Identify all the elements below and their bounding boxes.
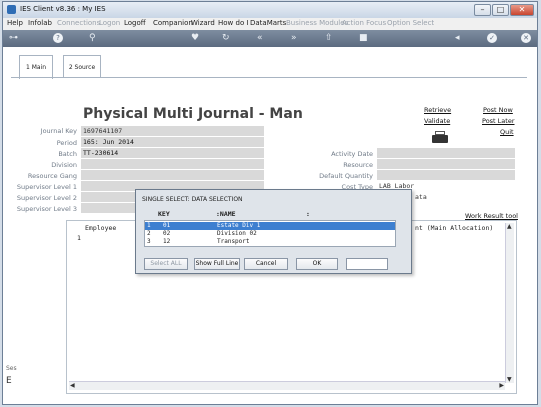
cancel-button[interactable]: Cancel (244, 258, 288, 270)
app-icon (7, 5, 16, 14)
ok-button[interactable]: OK (296, 258, 338, 270)
close-button[interactable]: ✕ (510, 4, 534, 16)
window-title: IES Client v8.36 : My IES (20, 5, 106, 13)
employee-column-header[interactable]: Employee (85, 224, 116, 232)
stop-icon[interactable]: ■ (359, 33, 368, 44)
resource-label: Resource (343, 161, 373, 169)
division-field[interactable] (81, 159, 264, 169)
resource-field[interactable] (377, 159, 515, 169)
resource-gang-label: Resource Gang (27, 172, 77, 180)
quit-link[interactable]: Quit (500, 128, 514, 136)
list-item[interactable]: 3 12 Transport (145, 238, 395, 246)
journal-key-field[interactable]: 1697641107 (81, 126, 264, 136)
list-item[interactable]: 2 02 Division 02 (145, 230, 395, 238)
menu-option-select[interactable]: Option Select (387, 19, 434, 27)
menu-bar: Help Infolab Connections Logon Logoff Co… (3, 18, 537, 30)
select-all-button[interactable]: Select ALL (144, 258, 188, 270)
selection-list: 1 01 Estate Div 1 2 02 Division 02 3 12 … (144, 220, 396, 247)
printer-icon[interactable] (432, 131, 448, 143)
retrieve-link[interactable]: Retrieve (424, 106, 451, 114)
period-label: Period (56, 139, 77, 147)
search-icon[interactable]: ⚲ (89, 33, 96, 44)
scroll-down-icon[interactable]: ▼ (507, 376, 512, 383)
back-icon[interactable]: ◂ (455, 33, 460, 44)
name-column-header: :NAME (216, 210, 236, 218)
supervisor-level-1-label: Supervisor Level 1 (16, 183, 77, 191)
scroll-left-icon[interactable]: ◀ (70, 382, 75, 389)
data-selection-dialog: SINGLE SELECT: DATA SELECTION KEY :NAME … (135, 189, 412, 274)
refresh-icon[interactable]: ↻ (222, 33, 230, 44)
menu-business-modules[interactable]: Business Modules (286, 19, 348, 27)
check-icon[interactable]: ✓ (487, 33, 497, 43)
title-bar: IES Client v8.36 : My IES – □ ✕ (3, 2, 537, 18)
rewind-icon[interactable]: « (257, 33, 263, 44)
key-column-header: KEY (158, 210, 170, 218)
validate-link[interactable]: Validate (424, 117, 450, 125)
activity-date-field[interactable] (377, 148, 515, 158)
default-quantity-field[interactable] (377, 170, 515, 180)
show-full-line-button[interactable]: Show Full Line (194, 258, 240, 270)
supervisor-level-2-label: Supervisor Level 2 (16, 194, 77, 202)
journal-key-label: Journal Key (40, 127, 77, 135)
list-item[interactable]: 1 01 Estate Div 1 (145, 222, 395, 230)
menu-infolab[interactable]: Infolab (28, 19, 52, 27)
tab-bar: 1 Main 2 Source (11, 55, 531, 79)
upload-icon[interactable]: ⇧ (325, 33, 333, 44)
tab-main[interactable]: 1 Main (19, 55, 53, 79)
allocation-column-header[interactable]: nt (Main Allocation) (415, 224, 493, 232)
menu-help[interactable]: Help (7, 19, 23, 27)
blank-input-field[interactable] (346, 258, 388, 270)
heart-icon[interactable]: ♥ (191, 33, 199, 44)
side-label-2: E (6, 376, 12, 386)
data-field[interactable]: ata (413, 192, 515, 202)
help-icon[interactable]: ? (53, 33, 63, 43)
menu-datamarts[interactable]: DataMarts (250, 19, 286, 27)
minimize-button[interactable]: – (474, 4, 491, 16)
period-field[interactable]: 165: Jun 2014 (81, 137, 264, 147)
close-icon[interactable]: ✕ (521, 33, 531, 43)
batch-field[interactable]: TT-230614 (81, 148, 264, 158)
batch-label: Batch (58, 150, 77, 158)
dialog-title: SINGLE SELECT: DATA SELECTION (142, 196, 243, 203)
menu-companion[interactable]: Companion (153, 19, 193, 27)
work-result-tool-link[interactable]: Work Result tool (465, 212, 518, 220)
toolbar: ⊶ ? ⚲ ♥ ↻ « » ⇧ ■ ◂ ✓ ✕ (3, 30, 537, 47)
default-quantity-label: Default Quantity (319, 172, 373, 180)
division-label: Division (51, 161, 77, 169)
menu-how-do-i[interactable]: How do I (218, 19, 249, 27)
tab-source[interactable]: 2 Source (63, 55, 101, 77)
post-now-link[interactable]: Post Now (483, 106, 513, 114)
tab-divider (11, 77, 527, 78)
page-title: Physical Multi Journal - Man (83, 106, 303, 122)
maximize-button[interactable]: □ (492, 4, 509, 16)
menu-logoff[interactable]: Logoff (124, 19, 146, 27)
row-number: 1 (77, 234, 81, 242)
resource-gang-field[interactable] (81, 170, 264, 180)
scroll-up-icon[interactable]: ▲ (507, 223, 512, 230)
supervisor-level-3-label: Supervisor Level 3 (16, 205, 77, 213)
menu-connections[interactable]: Connections (57, 19, 100, 27)
post-later-link[interactable]: Post Later (482, 117, 515, 125)
menu-logon[interactable]: Logon (99, 19, 120, 27)
activity-date-label: Activity Date (331, 150, 373, 158)
key-icon[interactable]: ⊶ (9, 33, 18, 44)
scroll-right-icon[interactable]: ▶ (499, 382, 504, 389)
side-label: Ses (6, 365, 17, 372)
vertical-scrollbar[interactable]: ▲ ▼ (505, 223, 514, 383)
menu-action-focus[interactable]: Action Focus (342, 19, 386, 27)
horizontal-scrollbar[interactable]: ◀ ▶ (69, 381, 505, 390)
menu-wizard[interactable]: Wizard (191, 19, 215, 27)
forward-icon[interactable]: » (291, 33, 297, 44)
colon-column-header: : (306, 210, 310, 218)
